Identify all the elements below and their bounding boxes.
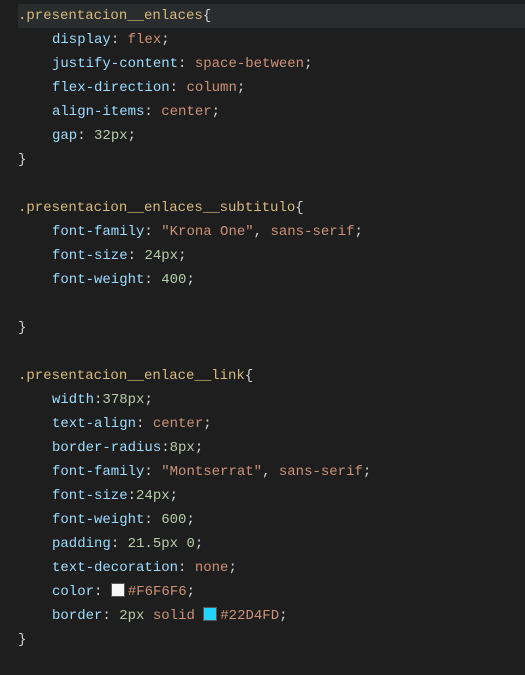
code-line	[18, 292, 525, 316]
code-line: font-weight: 400;	[18, 268, 525, 292]
color-swatch	[111, 583, 125, 597]
code-line: padding: 21.5px 0;	[18, 532, 525, 556]
code-line: text-align: center;	[18, 412, 525, 436]
code-line: flex-direction: column;	[18, 76, 525, 100]
code-line	[18, 340, 525, 364]
code-line: }	[18, 148, 525, 172]
code-line: font-family: "Krona One", sans-serif;	[18, 220, 525, 244]
code-editor[interactable]: .presentacion__enlaces{display: flex;jus…	[0, 0, 525, 656]
code-line: .presentacion__enlace__link{	[18, 364, 525, 388]
code-line: color: #F6F6F6;	[18, 580, 525, 604]
code-line: justify-content: space-between;	[18, 52, 525, 76]
code-line: .presentacion__enlaces__subtitulo{	[18, 196, 525, 220]
code-line: display: flex;	[18, 28, 525, 52]
code-line: font-weight: 600;	[18, 508, 525, 532]
code-line: font-size: 24px;	[18, 244, 525, 268]
code-line: .presentacion__enlaces{	[18, 4, 525, 28]
color-swatch	[203, 607, 217, 621]
code-line: gap: 32px;	[18, 124, 525, 148]
code-line: font-family: "Montserrat", sans-serif;	[18, 460, 525, 484]
code-line	[18, 172, 525, 196]
code-line: border: 2px solid #22D4FD;	[18, 604, 525, 628]
code-line: }	[18, 628, 525, 652]
code-line: border-radius:8px;	[18, 436, 525, 460]
code-line: width:378px;	[18, 388, 525, 412]
code-line: align-items: center;	[18, 100, 525, 124]
code-line: }	[18, 316, 525, 340]
code-line: text-decoration: none;	[18, 556, 525, 580]
code-line: font-size:24px;	[18, 484, 525, 508]
